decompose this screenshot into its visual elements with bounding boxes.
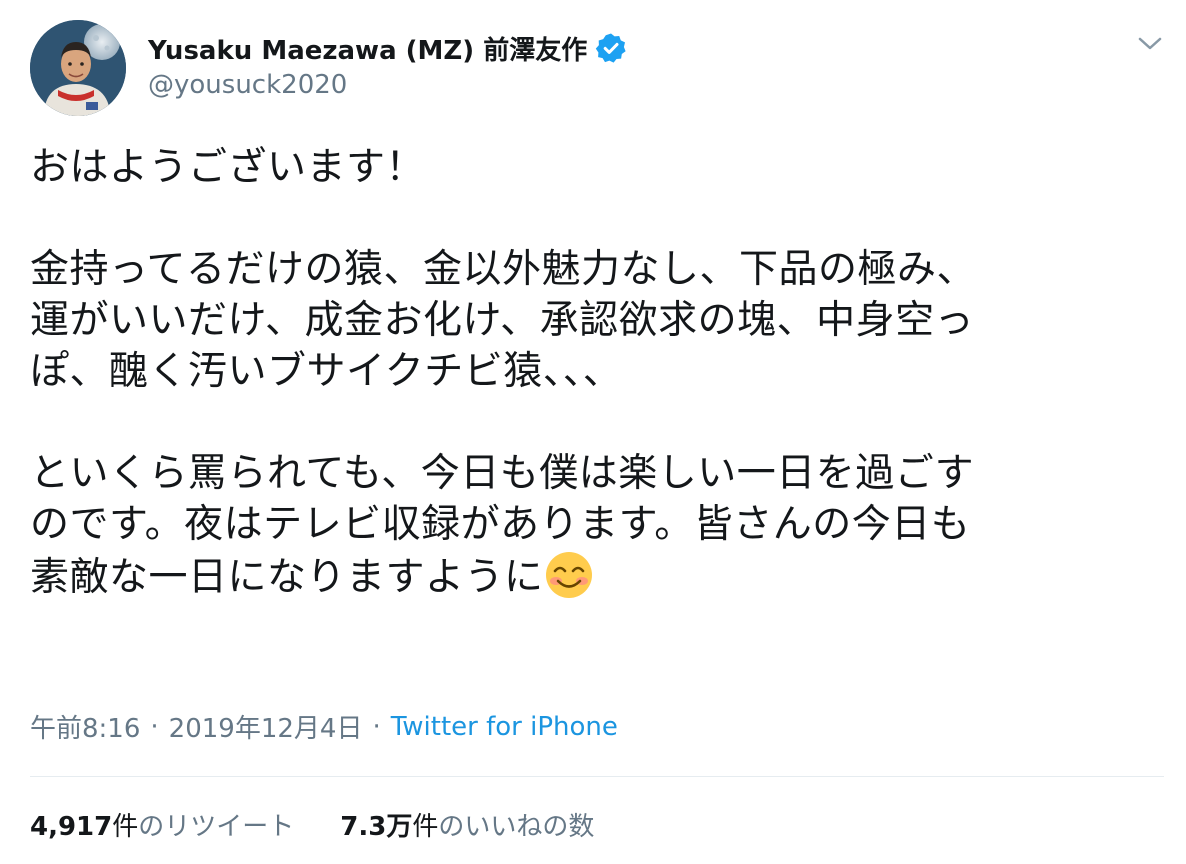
likes-count: 7.3万: [340, 812, 413, 842]
user-name-row: Yusaku Maezawa (MZ) 前澤友作: [148, 28, 627, 68]
chevron-down-icon[interactable]: [1136, 34, 1164, 54]
retweets-label: のリツイート: [138, 812, 295, 842]
tweet-line: ぽ、醜く汚いブサイクチビ猿、、、: [30, 349, 623, 394]
tweet-source-link[interactable]: Twitter for iPhone: [391, 712, 618, 742]
tweet-line: おはようございます！: [30, 145, 426, 190]
tweet-card: Yusaku Maezawa (MZ) 前澤友作 @yousuck2020 おは…: [0, 0, 1186, 864]
retweets-unit: 件: [112, 812, 139, 842]
tweet-meta: 午前8:16 · 2019年12月4日 · Twitter for iPhone: [30, 708, 618, 745]
tweet-stats: 4,917 件 のリツイート 7.3万 件 のいいねの数: [30, 806, 594, 843]
tweet-line: といくら罵られても、今日も僕は楽しい一日を過ごす: [30, 451, 975, 496]
meta-separator: ·: [150, 711, 159, 742]
likes-stat[interactable]: 7.3万 件 のいいねの数: [340, 806, 594, 843]
tweet-text: おはようございます！ 金持ってるだけの猿、金以外魅力なし、下品の極み、 運がいい…: [30, 142, 1160, 603]
tweet-line: 素敵な一日になりますように: [30, 555, 544, 600]
tweet-date[interactable]: 2019年12月4日: [169, 708, 363, 745]
retweets-count: 4,917: [30, 812, 113, 842]
tweet-line: 金持ってるだけの猿、金以外魅力なし、下品の極み、: [30, 247, 977, 292]
verified-badge-icon: [595, 32, 627, 64]
likes-label: のいいねの数: [438, 812, 595, 842]
avatar[interactable]: [30, 20, 126, 116]
display-name[interactable]: Yusaku Maezawa (MZ) 前澤友作: [148, 30, 587, 67]
retweets-stat[interactable]: 4,917 件 のリツイート: [30, 806, 294, 843]
smiling-face-icon: [544, 550, 594, 600]
tweet-line: のです。夜はテレビ収録があります。皆さんの今日も: [30, 502, 971, 547]
astronaut-avatar-image: [30, 20, 126, 116]
user-handle[interactable]: @yousuck2020: [148, 70, 347, 100]
tweet-line: 運がいいだけ、成金お化け、承認欲求の塊、中身空っ: [30, 298, 975, 343]
likes-unit: 件: [412, 812, 439, 842]
meta-separator: ·: [372, 711, 381, 742]
tweet-time[interactable]: 午前8:16: [30, 708, 140, 745]
divider: [30, 776, 1164, 777]
